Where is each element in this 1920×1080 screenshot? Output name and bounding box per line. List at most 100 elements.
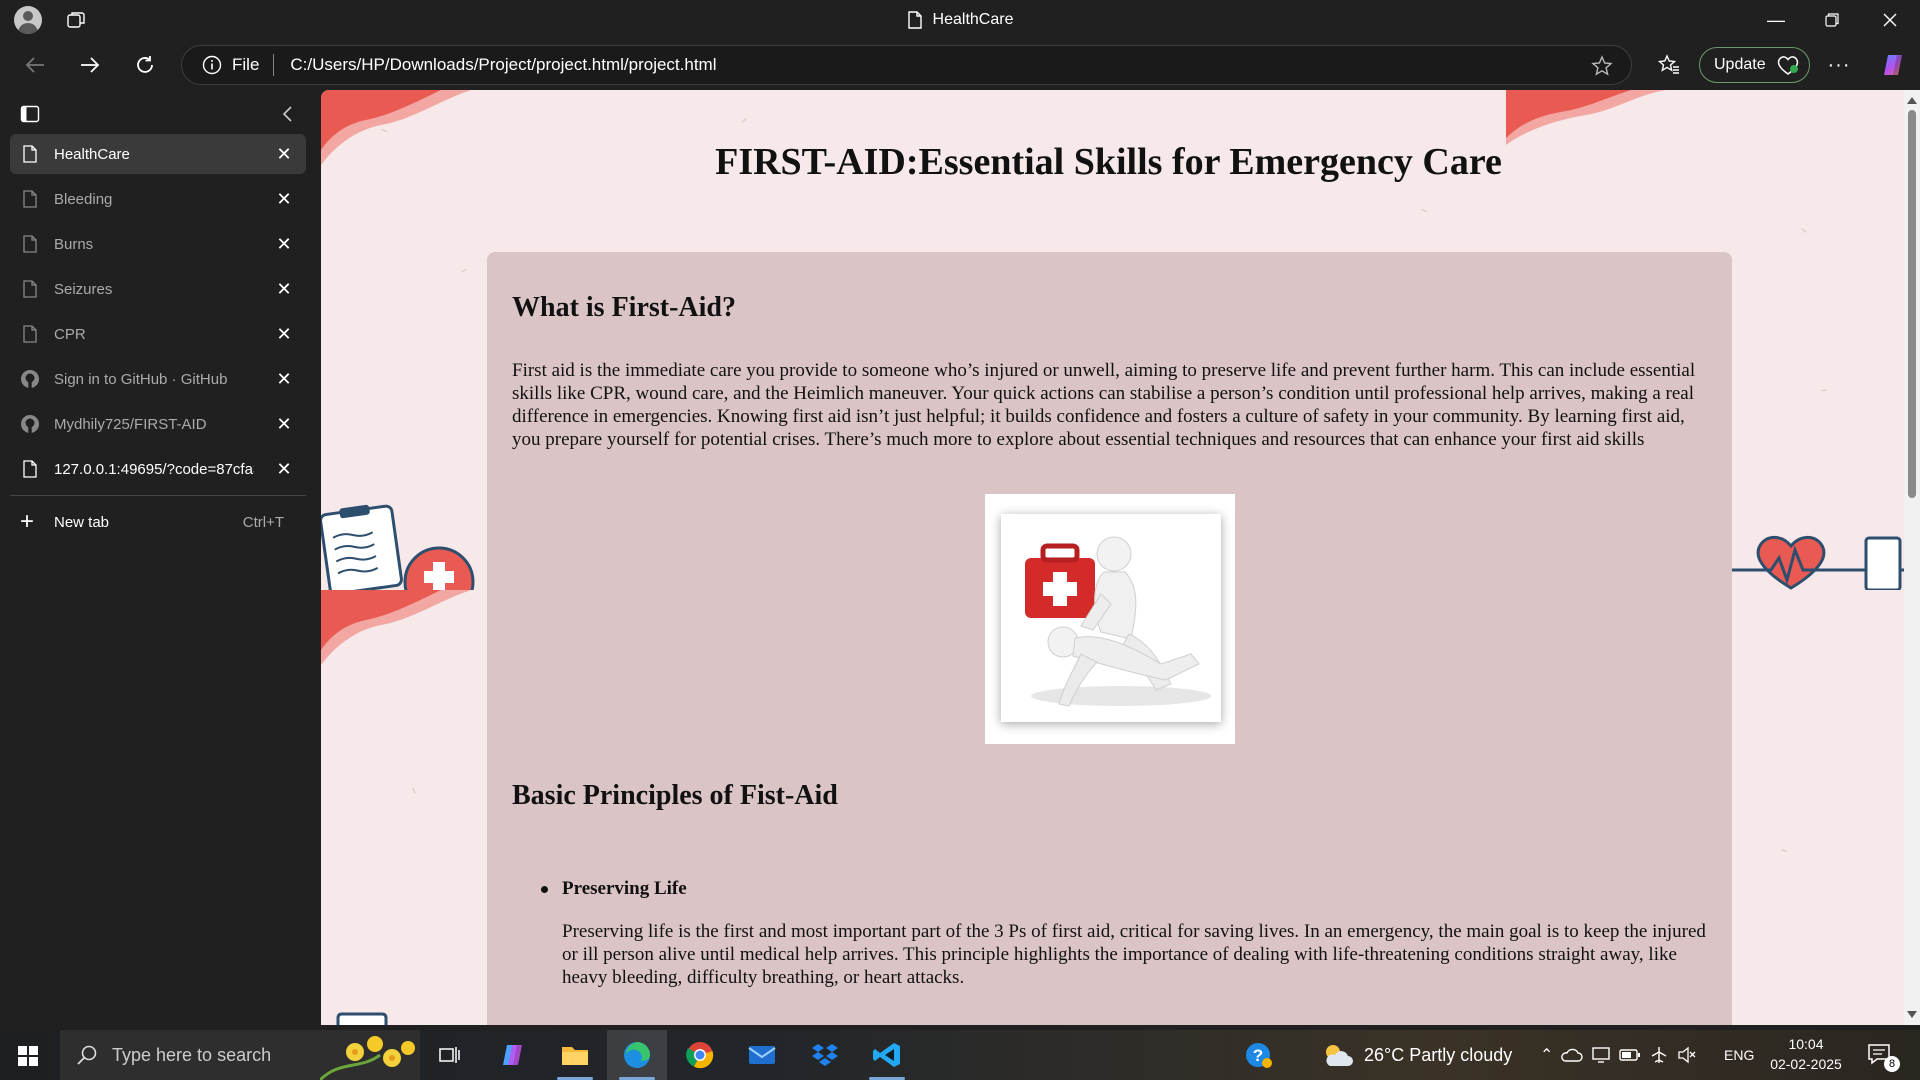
task-view-icon	[439, 1047, 460, 1063]
close-tab-icon[interactable]: ✕	[274, 279, 294, 299]
weather-text: 26°C Partly cloudy	[1364, 1044, 1513, 1065]
texture-speck	[461, 268, 467, 273]
dropbox-icon	[812, 1044, 838, 1066]
scroll-down-arrow-icon[interactable]	[1907, 1011, 1917, 1018]
airplane-mode-icon[interactable]	[1649, 1046, 1669, 1064]
dropbox-button[interactable]	[795, 1030, 855, 1080]
speaker-muted-icon[interactable]	[1677, 1046, 1697, 1064]
forward-button[interactable]	[73, 48, 107, 82]
close-tab-icon[interactable]: ✕	[274, 324, 294, 344]
minimize-button[interactable]: —	[1748, 0, 1804, 40]
copilot-taskbar-button[interactable]	[482, 1030, 542, 1080]
svg-text:?: ?	[1253, 1046, 1263, 1065]
language-indicator[interactable]: ENG	[1724, 1030, 1754, 1080]
close-tab-icon[interactable]: ✕	[274, 459, 294, 479]
favorite-star-icon[interactable]	[1591, 55, 1613, 77]
cloud-sync-icon[interactable]	[1561, 1046, 1584, 1064]
taskbar: Type here to search ? 26°C Partly cloudy…	[0, 1030, 1920, 1080]
taskbar-search-box[interactable]: Type here to search	[60, 1030, 420, 1080]
tab-cpr[interactable]: CPR ✕	[10, 314, 306, 354]
folder-icon	[562, 1047, 588, 1065]
chrome-browser-button[interactable]	[670, 1030, 730, 1080]
texture-speck	[1820, 389, 1828, 392]
tab-healthcare[interactable]: HealthCare ✕	[10, 134, 306, 174]
heart-monitor-decoration	[1731, 536, 1906, 590]
task-view-button[interactable]	[420, 1030, 480, 1080]
tab-bleeding[interactable]: Bleeding ✕	[10, 179, 306, 219]
notification-count-badge: 8	[1884, 1056, 1900, 1072]
close-tab-icon[interactable]: ✕	[274, 369, 294, 389]
start-icon-tile	[18, 1046, 27, 1055]
clock-time: 10:04	[1788, 1036, 1824, 1052]
close-tab-icon[interactable]: ✕	[274, 414, 294, 434]
page-icon	[23, 280, 37, 298]
tab-actions-icon[interactable]	[20, 104, 40, 124]
display-icon[interactable]	[1591, 1046, 1611, 1064]
scroll-up-arrow-icon[interactable]	[1907, 97, 1917, 104]
tab-label: Bleeding	[54, 190, 113, 208]
page-scrollbar[interactable]	[1904, 90, 1920, 1025]
texture-speck	[412, 787, 416, 794]
more-options-button[interactable]: ···	[1822, 48, 1856, 82]
close-icon	[1883, 13, 1897, 27]
notifications-button[interactable]: 8	[1866, 1042, 1900, 1072]
collapse-sidebar-icon[interactable]	[280, 104, 296, 124]
update-button[interactable]: Update	[1699, 47, 1810, 83]
mail-button[interactable]	[732, 1030, 792, 1080]
address-bar[interactable]: File C:/Users/HP/Downloads/Project/proje…	[181, 45, 1632, 85]
tab-label: Sign in to GitHub · GitHub	[54, 370, 228, 388]
tab-seizures[interactable]: Seizures ✕	[10, 269, 306, 309]
close-tab-icon[interactable]: ✕	[274, 144, 294, 164]
info-icon[interactable]	[202, 55, 222, 75]
tab-github-repo[interactable]: Mydhily725/FIRST-AID ✕	[10, 404, 306, 444]
search-icon	[77, 1045, 97, 1065]
restore-icon	[1825, 13, 1839, 27]
refresh-icon	[137, 56, 153, 73]
windows-start-button[interactable]	[18, 1046, 38, 1066]
vscode-button[interactable]	[857, 1030, 917, 1080]
copilot-icon[interactable]	[1880, 52, 1906, 78]
github-icon	[21, 370, 39, 388]
section-heading-what-is: What is First-Aid?	[512, 292, 736, 323]
tab-localhost[interactable]: 127.0.0.1:49695/?code=87cfa334 ✕	[10, 449, 306, 489]
clock[interactable]: 10:04 02-02-2025	[1766, 1034, 1846, 1074]
mail-icon	[748, 1046, 776, 1064]
refresh-button[interactable]	[128, 48, 162, 82]
page-icon	[23, 460, 37, 478]
window-title-text: HealthCare	[932, 11, 1014, 28]
restore-button[interactable]	[1804, 0, 1860, 40]
principle-text-preserving-life: Preserving life is the first and most im…	[562, 921, 1706, 988]
chrome-icon	[686, 1042, 714, 1069]
chevron-up-icon[interactable]: ⌃	[1540, 1045, 1553, 1065]
tab-label: 127.0.0.1:49695/?code=87cfa334	[54, 460, 254, 478]
favorites-button[interactable]	[1652, 48, 1686, 82]
tab-label: Mydhily725/FIRST-AID	[54, 415, 207, 433]
help-button[interactable]: ?	[1228, 1030, 1288, 1080]
corner-wave-decoration	[321, 590, 471, 665]
tab-github-signin[interactable]: Sign in to GitHub · GitHub ✕	[10, 359, 306, 399]
file-explorer-button[interactable]	[545, 1030, 605, 1080]
edge-browser-button[interactable]	[607, 1030, 667, 1080]
page-viewport: FIRST-AID:Essential Skills for Emergency…	[321, 90, 1920, 1025]
close-tab-icon[interactable]: ✕	[274, 234, 294, 254]
page-icon	[907, 11, 922, 29]
back-button[interactable]	[18, 48, 52, 82]
system-tray[interactable]: ⌃	[1540, 1030, 1697, 1080]
new-tab-button[interactable]: + New tab Ctrl+T	[10, 502, 306, 542]
new-tab-shortcut: Ctrl+T	[242, 513, 284, 531]
url-text[interactable]: C:/Users/HP/Downloads/Project/project.ht…	[290, 55, 716, 75]
scrollbar-thumb[interactable]	[1908, 110, 1916, 498]
battery-icon[interactable]	[1619, 1048, 1641, 1062]
title-bar: HealthCare —	[0, 0, 1920, 40]
page-title: FIRST-AID:Essential Skills for Emergency…	[715, 141, 1502, 183]
bullet-dot	[541, 886, 548, 893]
sidebar-divider	[10, 495, 306, 496]
page-icon	[23, 235, 37, 253]
copilot-icon	[503, 1045, 522, 1065]
vscode-icon	[873, 1043, 900, 1067]
address-separator	[273, 54, 275, 76]
tab-burns[interactable]: Burns ✕	[10, 224, 306, 264]
close-tab-icon[interactable]: ✕	[274, 189, 294, 209]
close-window-button[interactable]	[1862, 0, 1918, 40]
weather-widget[interactable]: 26°C Partly cloudy	[1320, 1030, 1512, 1080]
